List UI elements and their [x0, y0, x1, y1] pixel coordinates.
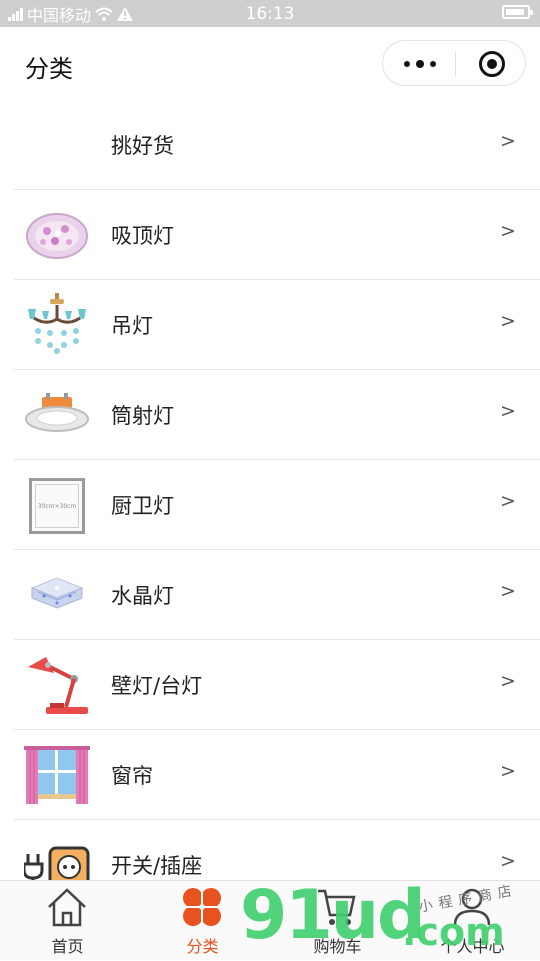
- page-title: 分类: [25, 55, 73, 83]
- category-item[interactable]: 壁灯/台灯 >: [0, 640, 540, 730]
- category-thumb: [24, 115, 90, 177]
- chevron-right-icon: >: [500, 850, 516, 872]
- category-label: 厨卫灯: [111, 494, 174, 518]
- tab-label: 分类: [186, 937, 219, 956]
- tab-label: 首页: [51, 937, 84, 956]
- category-item[interactable]: 吸顶灯 >: [0, 190, 540, 280]
- battery-icon: [502, 5, 533, 19]
- clover-icon: [183, 888, 221, 926]
- miniprogram-capsule: [382, 40, 526, 86]
- chevron-right-icon: >: [500, 580, 516, 602]
- downlight-icon: [24, 385, 90, 447]
- curtain-icon: [24, 745, 90, 807]
- desk-lamp-icon: [24, 655, 90, 717]
- chevron-right-icon: >: [500, 490, 516, 512]
- chevron-right-icon: >: [500, 760, 516, 782]
- category-label: 窗帘: [111, 764, 153, 788]
- crystal-light-icon: [24, 565, 90, 627]
- thumb-size-text: 30cm×30cm: [35, 484, 79, 528]
- cart-icon: [318, 889, 356, 925]
- ceiling-light-icon: [24, 205, 90, 267]
- category-label: 开关/插座: [111, 854, 203, 878]
- category-item[interactable]: 30cm×30cm 厨卫灯 >: [0, 460, 540, 550]
- category-item[interactable]: 吊灯 >: [0, 280, 540, 370]
- category-list: 挑好货 > 吸顶灯 > 吊灯 > 筒射灯 > 30cm×30cm 厨卫灯 > 水…: [0, 100, 540, 910]
- category-label: 吸顶灯: [111, 224, 174, 248]
- user-icon: [453, 888, 491, 926]
- nav-bar: 分类: [0, 27, 540, 103]
- capsule-divider: [455, 51, 456, 77]
- chevron-right-icon: >: [500, 130, 516, 152]
- category-item[interactable]: 窗帘 >: [0, 730, 540, 820]
- category-label: 水晶灯: [111, 584, 174, 608]
- home-icon: [48, 888, 86, 927]
- category-item[interactable]: 筒射灯 >: [0, 370, 540, 460]
- tab-bar: 首页 分类 购物车 个人中心: [0, 880, 540, 960]
- more-icon[interactable]: [404, 60, 436, 68]
- battery-fill: [506, 9, 524, 15]
- kitchen-bath-light-icon: 30cm×30cm: [24, 475, 90, 537]
- chandelier-icon: [24, 293, 90, 357]
- tab-label: 个人中心: [440, 937, 505, 956]
- tab-label: 购物车: [313, 937, 362, 956]
- category-label: 筒射灯: [111, 404, 174, 428]
- tab-category[interactable]: 分类: [135, 881, 270, 961]
- close-miniprogram-icon[interactable]: [479, 51, 505, 77]
- category-item[interactable]: 挑好货 >: [0, 100, 540, 190]
- category-label: 挑好货: [111, 134, 174, 158]
- chevron-right-icon: >: [500, 310, 516, 332]
- status-time: 16:13: [245, 4, 295, 24]
- chevron-right-icon: >: [500, 400, 516, 422]
- tab-home[interactable]: 首页: [0, 881, 135, 961]
- status-bar: 中国移动 16:13: [0, 0, 540, 27]
- chevron-right-icon: >: [500, 670, 516, 692]
- tab-cart[interactable]: 购物车: [270, 881, 405, 961]
- category-item[interactable]: 水晶灯 >: [0, 550, 540, 640]
- category-label: 吊灯: [111, 314, 153, 338]
- category-label: 壁灯/台灯: [111, 674, 203, 698]
- chevron-right-icon: >: [500, 220, 516, 242]
- tab-profile[interactable]: 个人中心: [405, 881, 540, 961]
